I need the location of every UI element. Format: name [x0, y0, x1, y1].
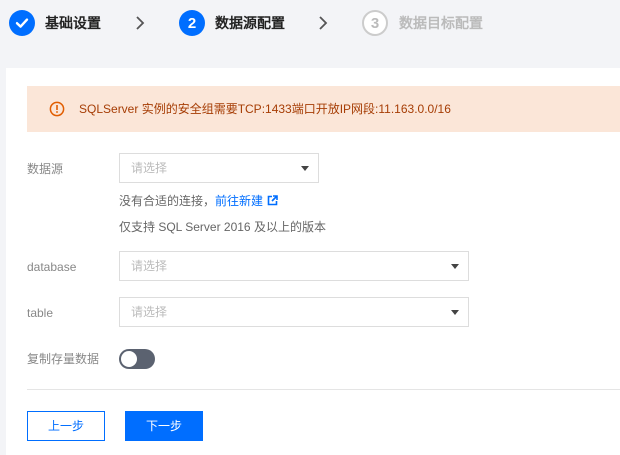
next-step-button[interactable]: 下一步	[125, 411, 203, 441]
datasource-label: 数据源	[27, 162, 64, 176]
table-label: table	[27, 306, 54, 320]
database-select[interactable]: 请选择	[119, 251, 469, 281]
table-select[interactable]: 请选择	[119, 297, 469, 327]
step-1-done-icon	[9, 10, 35, 36]
database-label: database	[27, 260, 77, 274]
step-3-label: 数据目标配置	[399, 15, 483, 31]
datasource-placeholder: 请选择	[131, 161, 168, 175]
copy-stock-label: 复制存量数据	[27, 352, 100, 366]
security-group-alert: SQLServer 实例的安全组需要TCP:1433端口开放IP网段:11.16…	[27, 86, 620, 132]
prev-step-button[interactable]: 上一步	[27, 411, 105, 441]
version-note: 仅支持 SQL Server 2016 及以上的版本	[119, 220, 326, 234]
copy-stock-toggle[interactable]	[119, 349, 155, 369]
toggle-knob	[121, 351, 137, 367]
caret-down-icon	[451, 264, 459, 269]
caret-down-icon	[451, 310, 459, 315]
warning-circle-icon	[49, 101, 65, 117]
table-placeholder: 请选择	[131, 305, 168, 319]
step-3-number: 3	[362, 10, 388, 36]
check-icon	[15, 18, 29, 28]
datasource-hint: 没有合适的连接，前往新建	[119, 193, 278, 209]
database-placeholder: 请选择	[131, 259, 168, 273]
step-1-label: 基础设置	[45, 15, 101, 31]
no-connection-text: 没有合适的连接，	[119, 194, 216, 208]
create-connection-link[interactable]: 前往新建	[215, 194, 263, 208]
external-link-icon[interactable]	[267, 195, 278, 206]
chevron-right-icon	[136, 16, 145, 30]
chevron-right-icon	[319, 16, 328, 30]
caret-down-icon	[301, 166, 309, 171]
divider	[27, 389, 620, 390]
form-card: SQLServer 实例的安全组需要TCP:1433端口开放IP网段:11.16…	[6, 68, 620, 455]
datasource-select[interactable]: 请选择	[119, 153, 319, 183]
step-2-label: 数据源配置	[215, 15, 285, 31]
step-2-number: 2	[179, 10, 205, 36]
alert-text: SQLServer 实例的安全组需要TCP:1433端口开放IP网段:11.16…	[79, 102, 451, 116]
stepper: 基础设置 2 数据源配置 3 数据目标配置	[0, 0, 620, 46]
